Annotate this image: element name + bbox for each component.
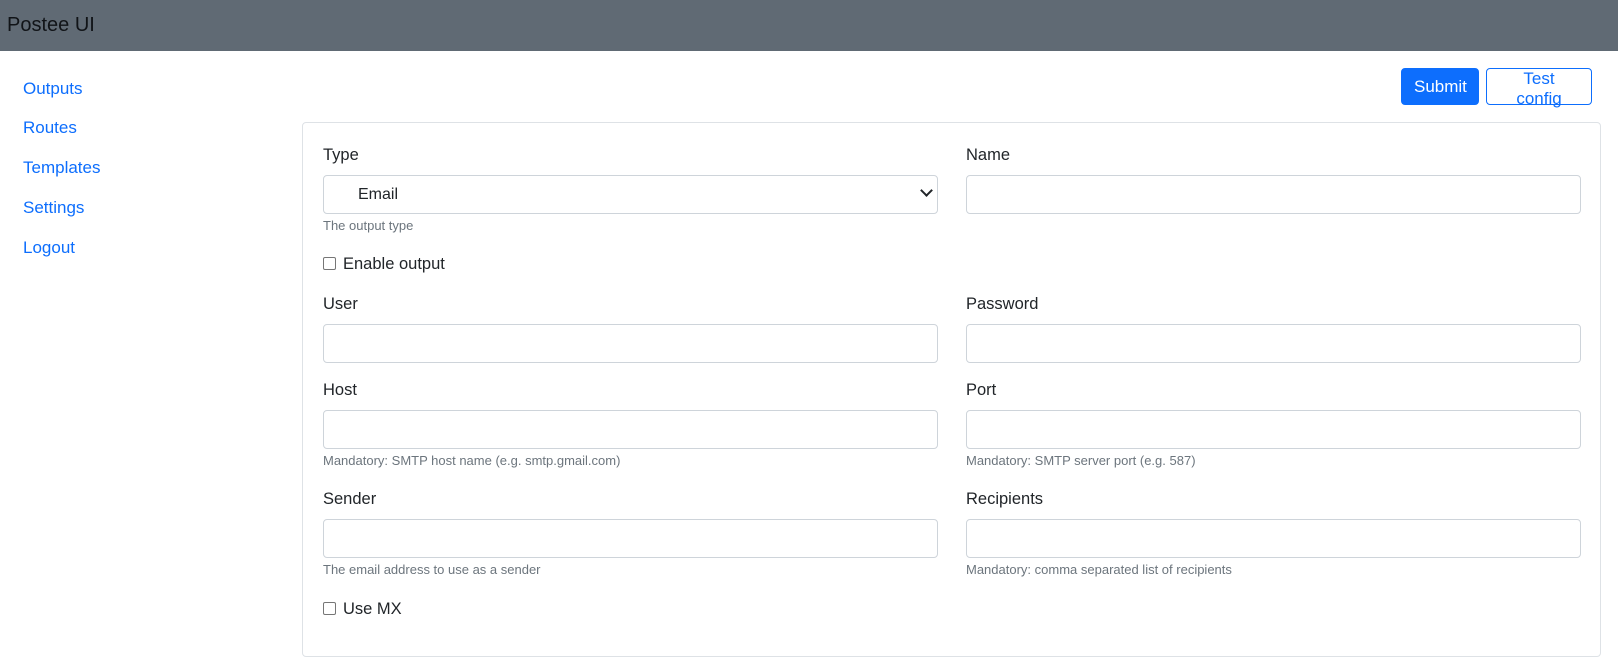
host-help: Mandatory: SMTP host name (e.g. smtp.gma… [323,453,621,468]
user-label: User [323,295,358,313]
app-title[interactable]: Postee UI [7,13,95,37]
sender-input[interactable] [323,519,938,558]
password-input[interactable] [966,324,1581,363]
enable-output-label[interactable]: Enable output [343,254,445,274]
sender-help: The email address to use as a sender [323,562,541,577]
sidebar-item-settings[interactable]: Settings [23,197,84,219]
user-input[interactable] [323,324,938,363]
use-mx-row: Use MX [323,599,523,619]
port-input[interactable] [966,410,1581,449]
port-label: Port [966,381,997,399]
sidebar-item-routes[interactable]: Routes [23,117,77,139]
recipients-label: Recipients [966,490,1044,508]
enable-output-checkbox[interactable] [323,257,336,270]
sidebar-item-logout[interactable]: Logout [23,237,75,259]
sender-label: Sender [323,490,377,508]
use-mx-checkbox[interactable] [323,602,336,615]
name-label: Name [966,146,1011,164]
sidebar-item-templates[interactable]: Templates [23,157,100,179]
host-input[interactable] [323,410,938,449]
test-config-button[interactable]: Test config [1486,68,1592,108]
submit-button[interactable]: Submit [1401,68,1479,105]
use-mx-label[interactable]: Use MX [343,599,402,619]
type-help: The output type [323,218,414,233]
top-navbar: Postee UI [0,0,1618,51]
type-label: Type [323,146,359,164]
recipients-help: Mandatory: comma separated list of recip… [966,562,1232,577]
enable-output-row: Enable output [323,254,523,274]
host-label: Host [323,381,357,399]
recipients-input[interactable] [966,519,1581,558]
password-label: Password [966,295,1039,313]
port-help: Mandatory: SMTP server port (e.g. 587) [966,453,1196,468]
sidebar-item-outputs[interactable]: Outputs [23,78,83,100]
type-select[interactable]: Email [323,175,938,214]
name-input[interactable] [966,175,1581,214]
